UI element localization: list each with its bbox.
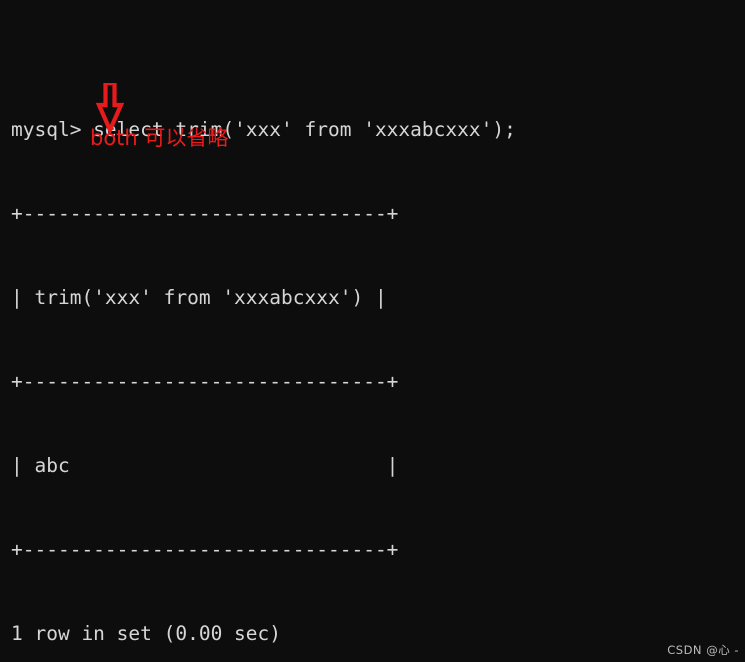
table-header-row: | trim('xxx' from 'xxxabcxxx') | xyxy=(11,286,387,309)
table-row: | abc | xyxy=(11,454,399,477)
status-line: 1 row in set (0.00 sec) xyxy=(11,622,282,645)
table-separator: +-------------------------------+ xyxy=(11,538,399,561)
watermark-label: CSDN @心 - xyxy=(667,643,739,657)
table-separator: +-------------------------------+ xyxy=(11,202,399,225)
table-separator: +-------------------------------+ xyxy=(11,370,399,393)
terminal-screen: mysql> select trim('xxx' from 'xxxabcxxx… xyxy=(0,0,745,662)
annotation-label: both 可以省略 xyxy=(90,126,229,150)
